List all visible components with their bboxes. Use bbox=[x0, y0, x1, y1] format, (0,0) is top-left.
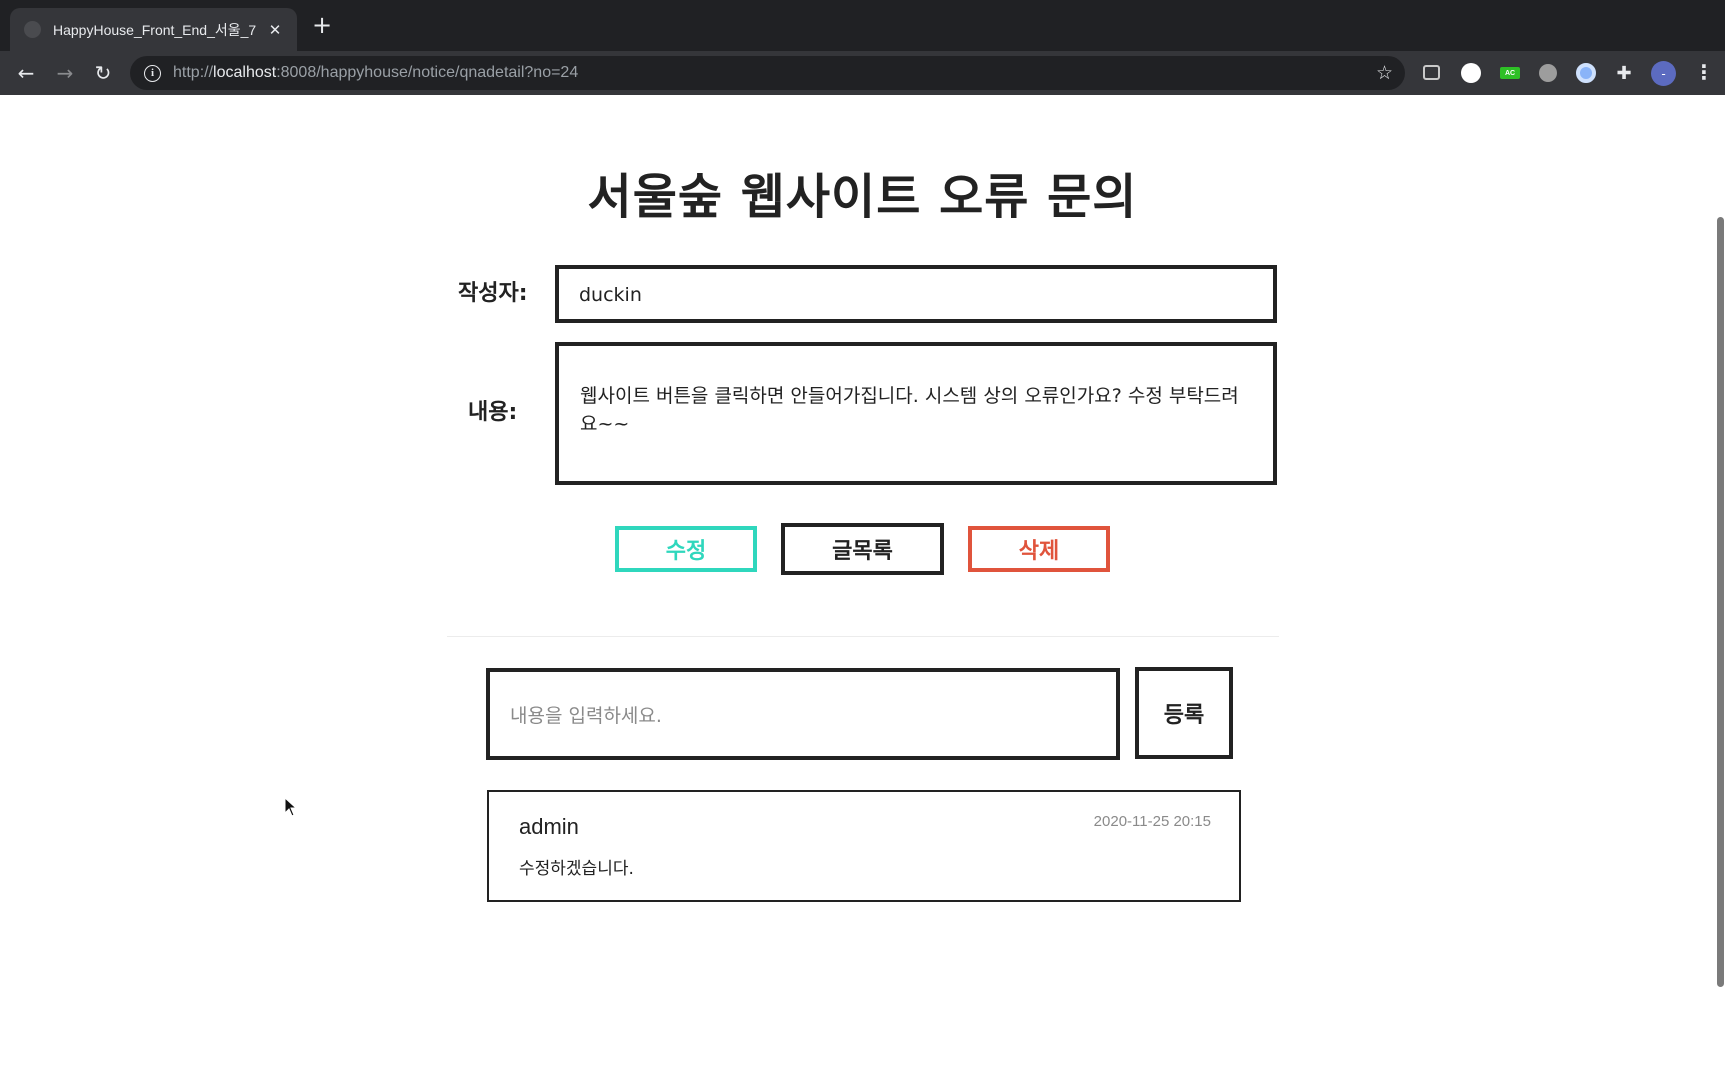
puzzle-icon[interactable]: ✚ bbox=[1614, 63, 1634, 84]
forward-button[interactable]: → bbox=[51, 59, 79, 87]
profile-avatar[interactable]: - bbox=[1651, 61, 1676, 86]
comment-input[interactable]: 내용을 입력하세요. bbox=[486, 668, 1120, 760]
page-content: 서울숲 웹사이트 오류 문의 작성자: duckin 내용: 웹사이트 버튼을 … bbox=[0, 95, 1715, 1080]
delete-button[interactable]: 삭제 bbox=[968, 526, 1110, 572]
comment-body: 수정하겠습니다. bbox=[519, 859, 634, 879]
extension-ring-icon[interactable] bbox=[1576, 63, 1596, 83]
divider bbox=[447, 636, 1279, 637]
reload-icon: ↻ bbox=[94, 61, 112, 85]
scrollbar-thumb[interactable] bbox=[1717, 217, 1724, 987]
new-tab-button[interactable]: + bbox=[312, 13, 332, 37]
url-text: http://localhost:8008/happyhouse/notice/… bbox=[173, 64, 578, 82]
close-tab-icon[interactable]: ✕ bbox=[265, 21, 285, 39]
comment-date: 2020-11-25 20:15 bbox=[1093, 813, 1211, 830]
content-label: 내용: bbox=[468, 400, 518, 425]
bookmark-star-icon[interactable]: ☆ bbox=[1376, 62, 1393, 84]
extension-circle-icon[interactable] bbox=[1461, 63, 1481, 83]
url-path: :8008/happyhouse/notice/qnadetail?no=24 bbox=[276, 64, 579, 81]
extension-shield-icon[interactable] bbox=[1539, 64, 1557, 82]
address-bar[interactable]: i http://localhost:8008/happyhouse/notic… bbox=[130, 56, 1405, 90]
browser-tab[interactable]: HappyHouse_Front_End_서울_7 ✕ bbox=[10, 8, 297, 51]
globe-icon bbox=[24, 21, 41, 38]
author-field[interactable]: duckin bbox=[555, 265, 1277, 323]
tab-title: HappyHouse_Front_End_서울_7 bbox=[53, 21, 257, 38]
list-button[interactable]: 글목록 bbox=[781, 523, 944, 575]
reload-button[interactable]: ↻ bbox=[89, 59, 117, 87]
content-value: 웹사이트 버튼을 클릭하면 안들어가집니다. 시스템 상의 오류인가요? 수정 … bbox=[580, 385, 1239, 435]
browser-tab-strip: HappyHouse_Front_End_서울_7 ✕ + bbox=[0, 0, 1725, 51]
arrow-right-icon: → bbox=[56, 61, 74, 85]
browser-toolbar: ← → ↻ i http://localhost:8008/happyhouse… bbox=[0, 51, 1725, 95]
info-icon[interactable]: i bbox=[144, 64, 161, 82]
author-label: 작성자: bbox=[458, 281, 528, 306]
extension-window-icon[interactable] bbox=[1423, 65, 1440, 80]
url-scheme: http:// bbox=[173, 64, 214, 81]
page-title: 서울숲 웹사이트 오류 문의 bbox=[587, 169, 1138, 225]
content-field[interactable]: 웹사이트 버튼을 클릭하면 안들어가집니다. 시스템 상의 오류인가요? 수정 … bbox=[555, 342, 1277, 485]
arrow-left-icon: ← bbox=[17, 61, 35, 85]
register-button[interactable]: 등록 bbox=[1135, 667, 1233, 759]
extension-ac-icon[interactable]: AC bbox=[1500, 67, 1520, 79]
more-menu-icon[interactable]: ⋮ bbox=[1694, 60, 1714, 84]
edit-button[interactable]: 수정 bbox=[615, 526, 757, 572]
url-host: localhost bbox=[213, 64, 277, 81]
comment-author: admin bbox=[519, 814, 579, 839]
page-scrollbar[interactable] bbox=[1715, 95, 1725, 1080]
back-button[interactable]: ← bbox=[12, 59, 40, 87]
author-value: duckin bbox=[579, 284, 642, 306]
comment-card: admin 2020-11-25 20:15 수정하겠습니다. bbox=[487, 790, 1241, 902]
